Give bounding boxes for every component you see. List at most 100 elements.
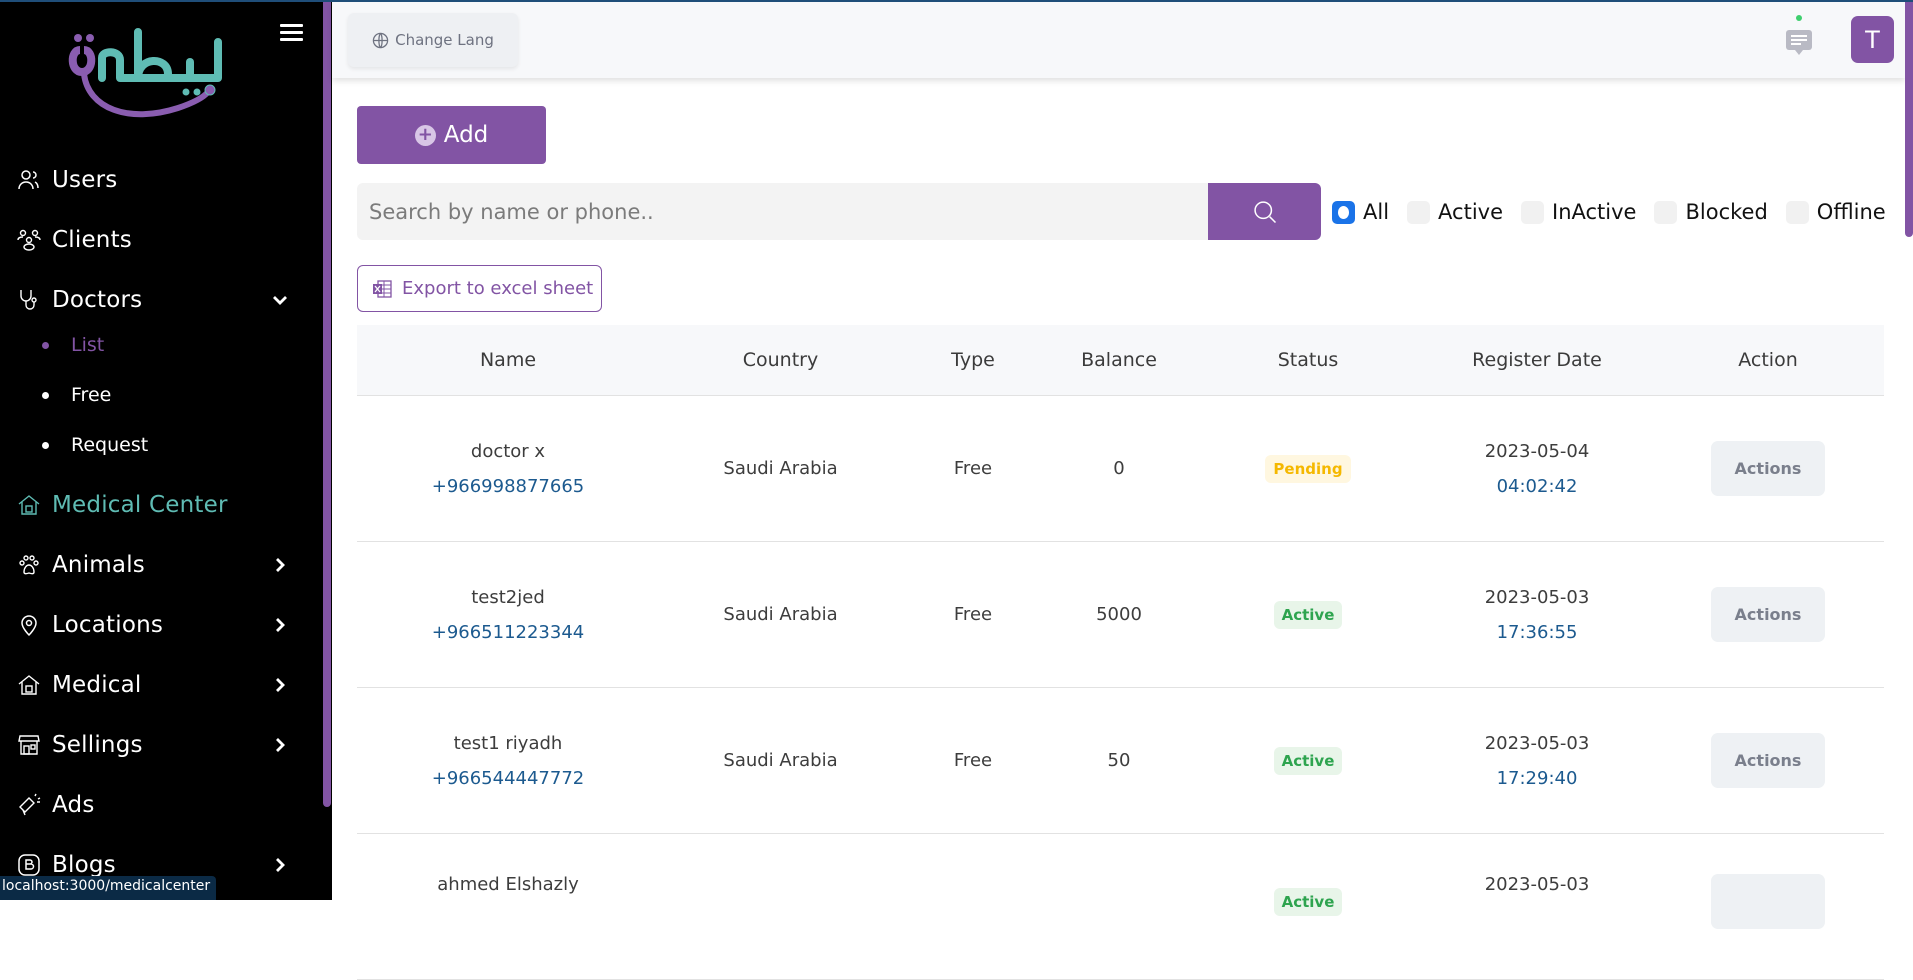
register-date: 2023-05-03: [1484, 586, 1590, 608]
sidebar-item-sellings[interactable]: Sellings: [16, 725, 306, 765]
filter-active[interactable]: Active: [1407, 200, 1503, 224]
checkbox-checked[interactable]: [1332, 200, 1355, 224]
cell-name: test2jed +966511223344: [357, 587, 659, 643]
cell-status: Active: [1194, 746, 1422, 775]
register-time: 04:02:42: [1496, 475, 1578, 497]
menu-toggle-button[interactable]: [280, 24, 304, 44]
sidebar-item-medical[interactable]: Medical: [16, 665, 306, 705]
status-badge: Pending: [1265, 454, 1351, 483]
sidebar: Users Clients Doctors List Free Request …: [0, 0, 332, 900]
sidebar-item-users[interactable]: Users: [16, 160, 306, 200]
change-lang-button[interactable]: Change Lang: [348, 13, 518, 67]
filter-blocked[interactable]: Blocked: [1654, 200, 1768, 224]
filter-label: Active: [1438, 200, 1504, 224]
sidebar-subitem-free[interactable]: Free: [42, 380, 111, 410]
doctor-name: ahmed Elshazly: [437, 874, 579, 895]
status-badge: Active: [1273, 746, 1343, 775]
table-row: ahmed Elshazly Active 2023-05-03: [357, 834, 1884, 980]
cell-action: Actions: [1652, 587, 1884, 642]
clients-icon: [16, 228, 42, 252]
bullet-icon: [42, 341, 49, 349]
cell-register-date: 2023-05-03 17:36:55: [1422, 587, 1652, 643]
column-header-status: Status: [1277, 349, 1339, 371]
doctor-phone[interactable]: +966998877665: [357, 476, 659, 497]
sidebar-item-locations[interactable]: Locations: [16, 605, 306, 645]
sidebar-item-medical-center[interactable]: Medical Center: [16, 485, 306, 525]
doctor-phone[interactable]: +966544447772: [357, 768, 659, 789]
doctor-name: test1 riyadh: [453, 732, 563, 754]
excel-icon: [373, 279, 392, 298]
export-excel-button[interactable]: Export to excel sheet: [357, 265, 602, 312]
cell-action: [1652, 874, 1884, 934]
cell-action: Actions: [1652, 733, 1884, 788]
add-button-label: Add: [443, 122, 489, 148]
sidebar-item-ads[interactable]: Ads: [16, 785, 306, 825]
store-icon: [16, 733, 42, 757]
brand-logo[interactable]: [68, 28, 228, 128]
cell-balance: 5000: [1096, 604, 1142, 625]
actions-button[interactable]: [1711, 874, 1825, 929]
actions-button[interactable]: Actions: [1711, 587, 1825, 642]
sidebar-item-label: Medical: [52, 672, 142, 698]
sidebar-item-label: Clients: [52, 227, 132, 253]
filter-inactive[interactable]: InActive: [1521, 200, 1636, 224]
sidebar-item-doctors[interactable]: Doctors: [16, 280, 306, 320]
hamburger-icon-bar: [280, 38, 303, 41]
sidebar-subitem-label: List: [71, 334, 105, 356]
hamburger-icon: [280, 24, 303, 27]
sidebar-scrollbar[interactable]: [323, 2, 331, 807]
change-lang-label: Change Lang: [395, 31, 494, 49]
sidebar-item-label: Animals: [52, 552, 145, 578]
actions-button[interactable]: Actions: [1711, 441, 1825, 496]
sidebar-subitem-label: Request: [71, 434, 149, 456]
cell-country: Saudi Arabia: [723, 604, 838, 625]
cell-type: Free: [953, 750, 993, 771]
filter-label: Blocked: [1685, 200, 1768, 224]
actions-button[interactable]: Actions: [1711, 733, 1825, 788]
sidebar-subitem-list[interactable]: List: [42, 330, 104, 360]
search-button[interactable]: [1208, 183, 1321, 240]
doctors-table: Name Country Type Balance Status Registe…: [357, 325, 1884, 980]
checkbox[interactable]: [1654, 200, 1678, 224]
sidebar-subitem-request[interactable]: Request: [42, 430, 148, 460]
column-header-balance: Balance: [1081, 349, 1157, 371]
filter-all[interactable]: All: [1332, 200, 1389, 224]
cell-balance: 0: [1113, 458, 1125, 479]
doctor-name: doctor x: [470, 440, 546, 462]
plus-circle-icon: +: [414, 124, 436, 146]
add-button[interactable]: + Add: [357, 106, 546, 164]
register-date: 2023-05-03: [1484, 874, 1590, 895]
cell-status: Active: [1194, 874, 1422, 916]
location-pin-icon: [16, 613, 42, 637]
doctor-phone[interactable]: +966511223344: [357, 622, 659, 643]
cell-status: Active: [1194, 600, 1422, 629]
register-date: 2023-05-03: [1484, 732, 1590, 754]
chevron-right-icon: [276, 738, 285, 752]
search-input[interactable]: [357, 183, 1209, 240]
user-avatar[interactable]: T: [1851, 16, 1894, 63]
sidebar-item-clients[interactable]: Clients: [16, 220, 306, 260]
filter-label: All: [1363, 200, 1390, 224]
search-icon: [1253, 200, 1276, 223]
sidebar-item-animals[interactable]: Animals: [16, 545, 306, 585]
messages-icon[interactable]: [1784, 14, 1814, 60]
blog-icon: [16, 853, 42, 877]
hamburger-icon-bar: [280, 31, 303, 34]
checkbox[interactable]: [1521, 200, 1545, 224]
cell-balance: 50: [1107, 750, 1131, 771]
sidebar-item-label: Blogs: [52, 852, 116, 878]
notification-dot: [1796, 15, 1802, 21]
cell-country: Saudi Arabia: [723, 750, 838, 771]
column-header-name: Name: [479, 349, 537, 371]
checkbox[interactable]: [1785, 200, 1809, 224]
table-row: test2jed +966511223344 Saudi Arabia Free…: [357, 542, 1884, 688]
cell-name: test1 riyadh +966544447772: [357, 733, 659, 789]
chevron-right-icon: [276, 618, 285, 632]
page-scrollbar[interactable]: [1905, 2, 1913, 237]
sidebar-item-label: Sellings: [52, 732, 143, 758]
checkbox[interactable]: [1407, 200, 1431, 224]
cell-type: Free: [953, 458, 993, 479]
window-top-border: [0, 0, 1913, 2]
filter-offline[interactable]: Offline: [1785, 200, 1886, 224]
doctor-name: test2jed: [471, 586, 545, 608]
